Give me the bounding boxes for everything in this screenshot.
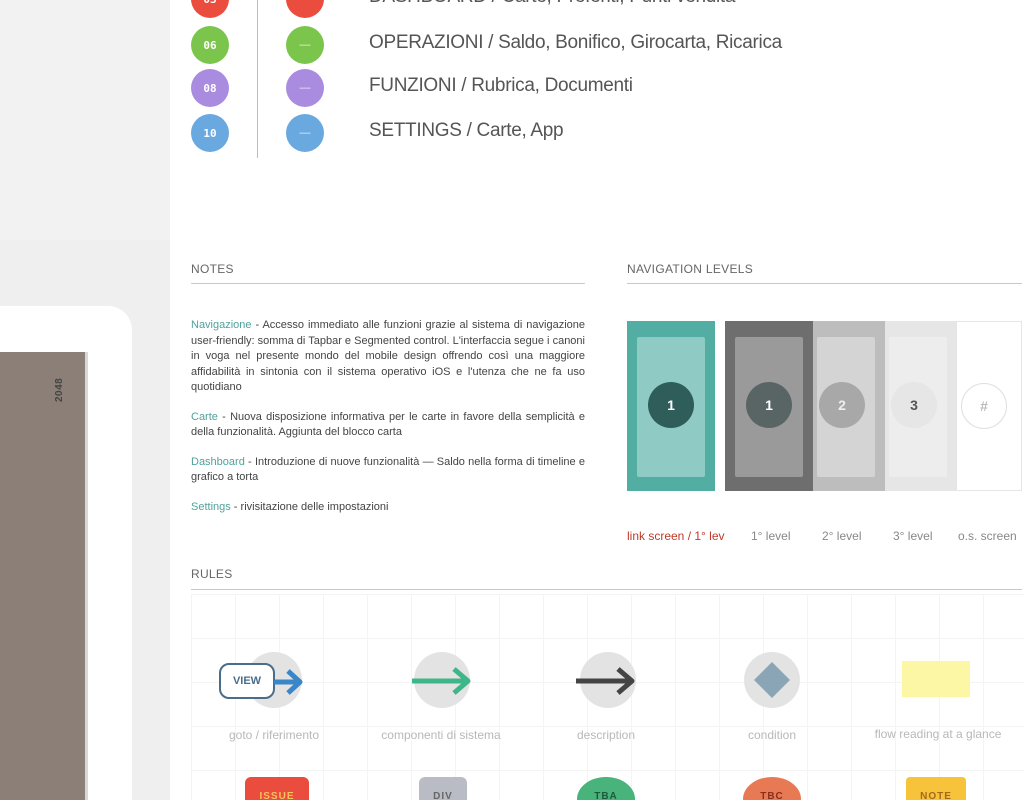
nav-label-level-2: 2° level (822, 529, 862, 543)
rule-caption-componenti: componenti di sistema (381, 728, 501, 742)
legend-label: FUNZIONI / Rubrica, Documenti (369, 75, 633, 96)
legend-number-badge: 10 (191, 114, 229, 152)
dark-arrow-icon (576, 667, 635, 695)
screen-size-label: 2048 (54, 377, 65, 402)
legend-color-dot: — (286, 69, 324, 107)
nav-level-badge: 3 (891, 382, 937, 428)
green-arrow-icon (412, 667, 471, 695)
navigation-header: NAVIGATION LEVELS (627, 262, 754, 276)
nav-label-level-1: 1° level (751, 529, 791, 543)
rule-caption-flow-reading: flow reading at a glance (874, 727, 1002, 741)
nav-label-level-3: 3° level (893, 529, 933, 543)
view-pill: VIEW (219, 663, 275, 699)
legend-color-dot: — (286, 114, 324, 152)
left-canvas-panel (0, 0, 170, 240)
nav-label-os-screen: o.s. screen (958, 529, 1017, 543)
legend-label: SETTINGS / Carte, App (369, 120, 564, 141)
nav-level-badge: 1 (746, 382, 792, 428)
rules-header: RULES (191, 567, 233, 581)
screen-placeholder (0, 352, 88, 800)
tag-issue: ISSUE (245, 777, 309, 800)
notes-rule (191, 283, 585, 284)
nav-level-1: 1 (725, 321, 813, 491)
view-arrow-icon (274, 669, 303, 695)
rule-caption-description: description (576, 728, 636, 742)
nav-level-badge: 1 (648, 382, 694, 428)
note-settings: Settings - rivisitazione delle impostazi… (191, 500, 389, 513)
legend-color-dot: — (286, 26, 324, 64)
legend-number-badge: 08 (191, 69, 229, 107)
rule-caption-goto: goto / riferimento (228, 728, 320, 742)
yellow-note-icon (902, 661, 970, 697)
legend-label: OPERAZIONI / Saldo, Bonifico, Girocarta,… (369, 32, 782, 53)
rules-rule (191, 589, 1022, 590)
legend-color-dot: — (286, 0, 324, 18)
legend-label: DASHBOARD / Carte, Preferiti, Punti vend… (369, 0, 735, 8)
nav-level-os-screen: # (957, 321, 1022, 491)
nav-level-3: 3 (885, 321, 957, 491)
nav-label-link-screen: link screen / 1° lev (627, 529, 725, 543)
tag-note: NOTE (906, 777, 966, 800)
rule-caption-condition: condition (747, 728, 797, 742)
notes-header: NOTES (191, 262, 234, 276)
legend-divider (257, 0, 258, 158)
legend-number-badge: 03 (191, 0, 229, 18)
notes-body: Navigazione - Accesso immediato alle fun… (191, 318, 585, 529)
tag-div: DIV (419, 777, 467, 800)
note-navigazione: Navigazione - Accesso immediato alle fun… (191, 319, 585, 393)
nav-level-link-screen: 1 (627, 321, 715, 491)
diamond-icon (754, 662, 790, 698)
nav-level-2: 2 (813, 321, 885, 491)
note-carte: Carte - Nuova disposizione informativa p… (191, 410, 585, 439)
legend-number-badge: 06 (191, 26, 229, 64)
note-dashboard: Dashboard - Introduzione di nuove funzio… (191, 455, 585, 484)
nav-level-badge: # (961, 383, 1007, 429)
navigation-rule (627, 283, 1022, 284)
nav-level-badge: 2 (819, 382, 865, 428)
